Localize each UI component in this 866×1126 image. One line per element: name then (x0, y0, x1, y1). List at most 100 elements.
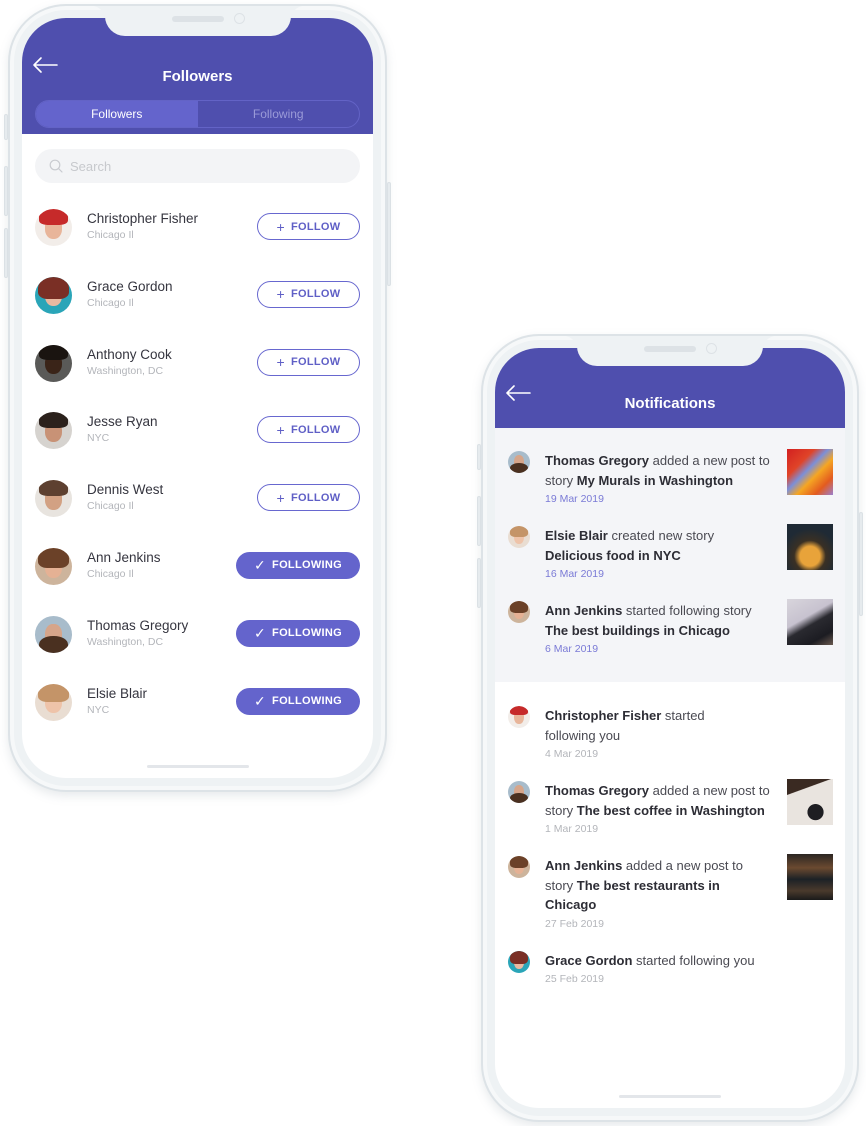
actor-name[interactable]: Thomas Gregory (545, 783, 649, 798)
murals-thumbnail[interactable] (787, 449, 833, 495)
check-icon: ✓ (254, 556, 267, 573)
avatar[interactable] (35, 615, 72, 653)
avatar[interactable] (35, 480, 72, 518)
avatar[interactable] (35, 412, 72, 450)
avatar (508, 601, 530, 623)
avatar (508, 950, 530, 973)
user-location: Chicago Il (87, 500, 134, 513)
volume-down-button (477, 558, 481, 608)
follow-button-label: FOLLOW (291, 491, 341, 504)
page-title: Notifications (624, 395, 716, 412)
user-location: Washington, DC (87, 364, 164, 377)
notification-text: Thomas Gregory added a new post to story… (545, 781, 770, 820)
action-text: created new story (607, 528, 715, 543)
followers-phone-frame: Followers Followers Following Christophe… (4, 4, 391, 792)
food-thumbnail[interactable] (787, 524, 833, 570)
user-name[interactable]: Jesse Ryan (87, 413, 158, 431)
avatar[interactable] (35, 683, 72, 721)
power-button (387, 182, 391, 286)
notifications-screen: Notifications Thomas Gregory added a new… (495, 348, 845, 1108)
story-title[interactable]: My Murals in Washington (577, 473, 733, 488)
user-name[interactable]: Ann Jenkins (87, 549, 161, 567)
avatar (508, 451, 530, 473)
actor-name[interactable]: Grace Gordon (545, 953, 632, 968)
user-location: Chicago Il (87, 567, 134, 580)
notch (563, 336, 777, 366)
user-name[interactable]: Anthony Cook (87, 346, 172, 364)
plus-icon: + (276, 421, 286, 438)
avatar (508, 856, 530, 878)
follow-button[interactable]: + FOLLOW (257, 416, 360, 444)
mute-switch (4, 114, 8, 140)
following-button[interactable]: ✓ FOLLOWING (236, 551, 360, 579)
actor-name[interactable]: Christopher Fisher (545, 708, 661, 723)
avatar[interactable] (35, 276, 72, 314)
user-name[interactable]: Thomas Gregory (87, 617, 188, 635)
notch (90, 6, 305, 36)
actor-name[interactable]: Ann Jenkins (545, 858, 622, 873)
notification-item[interactable]: Christopher Fisher started following you… (495, 682, 845, 769)
notification-item[interactable]: Grace Gordon started following you 25 Fe… (495, 939, 845, 995)
user-row: Elsie Blair NYC ✓ FOLLOWING (35, 683, 360, 752)
avatar[interactable] (35, 209, 72, 246)
story-title[interactable]: Delicious food in NYC (545, 548, 681, 563)
restaurant-thumbnail[interactable] (787, 854, 833, 900)
user-location: NYC (87, 432, 110, 445)
avatar (508, 781, 530, 803)
follow-button-label: FOLLOW (291, 220, 341, 233)
plus-icon: + (276, 489, 286, 506)
user-row: Grace Gordon Chicago Il + FOLLOW (35, 276, 360, 345)
tab-following[interactable]: Following (198, 101, 360, 127)
follow-button[interactable]: + FOLLOW (257, 280, 360, 308)
notification-list: Thomas Gregory added a new post to story… (495, 428, 845, 994)
user-location: NYC (87, 703, 110, 716)
notification-item[interactable]: Ann Jenkins added a new post to story Th… (495, 844, 845, 939)
user-name[interactable]: Christopher Fisher (87, 210, 198, 228)
actor-name[interactable]: Elsie Blair (545, 528, 608, 543)
story-title[interactable]: The best buildings in Chicago (545, 623, 730, 638)
check-icon: ✓ (254, 624, 267, 641)
notification-item[interactable]: Elsie Blair created new story Delicious … (495, 514, 845, 589)
coffee-thumbnail[interactable] (787, 779, 833, 825)
follow-button[interactable]: + FOLLOW (257, 348, 360, 376)
notification-item[interactable]: Ann Jenkins started following story The … (495, 589, 845, 682)
user-name[interactable]: Grace Gordon (87, 278, 173, 296)
actor-name[interactable]: Thomas Gregory (545, 453, 649, 468)
followers-screen: Followers Followers Following Christophe… (22, 18, 373, 778)
notification-text: Ann Jenkins started following story The … (545, 601, 775, 640)
user-row: Christopher Fisher Chicago Il + FOLLOW (35, 209, 360, 277)
action-text: started following you (632, 952, 755, 968)
notification-item[interactable]: Thomas Gregory added a new post to story… (495, 428, 845, 514)
following-button[interactable]: ✓ FOLLOWING (236, 619, 360, 647)
user-row: Thomas Gregory Washington, DC ✓ FOLLOWIN… (35, 615, 360, 684)
mute-switch (477, 444, 481, 470)
plus-icon: + (276, 218, 286, 235)
following-button-label: FOLLOWING (272, 695, 342, 708)
front-camera (233, 13, 245, 24)
user-location: Washington, DC (87, 635, 164, 648)
user-row: Jesse Ryan NYC + FOLLOW (35, 412, 360, 480)
user-name[interactable]: Dennis West (87, 481, 163, 499)
avatar[interactable] (35, 547, 72, 585)
story-title[interactable]: The best coffee in Washington (577, 803, 765, 818)
home-indicator[interactable] (619, 1095, 721, 1098)
user-name[interactable]: Elsie Blair (87, 685, 147, 703)
avatar[interactable] (35, 344, 72, 382)
follow-button[interactable]: + FOLLOW (257, 213, 360, 240)
search-input[interactable] (70, 158, 330, 174)
notification-text: Ann Jenkins added a new post to story Th… (545, 856, 770, 915)
search-icon (49, 159, 63, 173)
action-text: started following story (622, 603, 752, 618)
user-row: Ann Jenkins Chicago Il ✓ FOLLOWING (35, 547, 360, 616)
follow-button-label: FOLLOW (291, 288, 341, 301)
tab-followers[interactable]: Followers (36, 101, 198, 127)
speaker (171, 16, 224, 22)
follow-button[interactable]: + FOLLOW (257, 484, 360, 512)
following-button[interactable]: ✓ FOLLOWING (236, 687, 360, 715)
buildings-thumbnail[interactable] (787, 599, 833, 645)
actor-name[interactable]: Ann Jenkins (545, 603, 622, 618)
notification-item[interactable]: Thomas Gregory added a new post to story… (495, 769, 845, 844)
plus-icon: + (276, 286, 286, 303)
volume-up-button (477, 496, 481, 546)
home-indicator[interactable] (146, 765, 249, 768)
